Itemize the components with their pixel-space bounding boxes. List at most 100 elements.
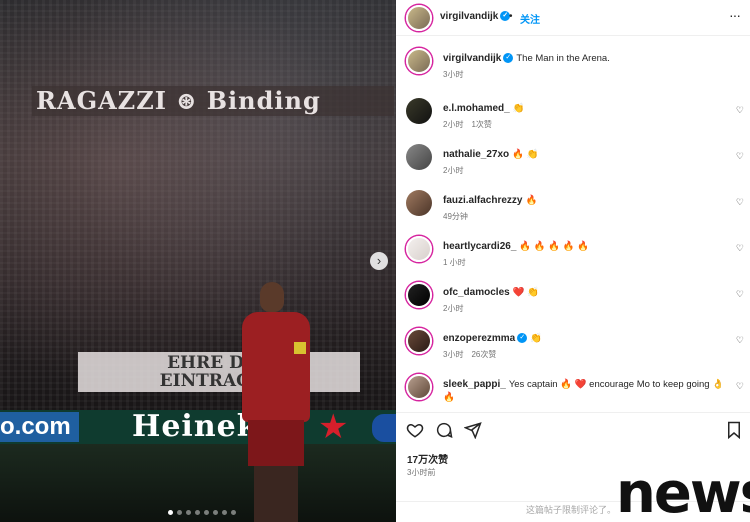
comment-like-heart-icon[interactable]: ♡: [736, 197, 744, 208]
comment-like-heart-icon[interactable]: ♡: [736, 335, 744, 346]
news-watermark: news: [616, 461, 750, 522]
carousel-dot: [204, 510, 209, 515]
comment-body: ❤️ 👏: [512, 287, 539, 298]
avatar[interactable]: [406, 5, 432, 31]
comment-meta: 3小时: [443, 69, 463, 80]
comment-time[interactable]: 2小时: [443, 304, 463, 313]
comment-text: virgilvandijk ✓ The Man in the Arena.: [443, 52, 725, 65]
comment-username[interactable]: e.l.mohamed_: [443, 103, 510, 114]
comment-icon[interactable]: [434, 421, 454, 441]
post-panel: virgilvandijk ✓ • 关注 ··· virgilvandijk ✓ Th…: [396, 0, 750, 522]
comment-avatar[interactable]: [406, 236, 432, 262]
comment-avatar[interactable]: [406, 374, 432, 400]
comment-meta: 3小时 26次赞: [443, 349, 496, 360]
comment-meta: 2小时: [443, 165, 463, 176]
post-header: virgilvandijk ✓ • 关注 ···: [396, 0, 750, 36]
comment-avatar[interactable]: [406, 144, 432, 170]
comment-likes[interactable]: 26次赞: [471, 350, 496, 359]
comment-username[interactable]: fauzi.alfachrezzy: [443, 195, 522, 206]
carousel-dot: [231, 510, 236, 515]
header-username[interactable]: virgilvandijk ✓: [440, 11, 511, 22]
comment-body: 🔥: [525, 195, 538, 206]
comment-username[interactable]: heartlycardi26_: [443, 241, 516, 252]
player-head: [260, 282, 284, 312]
comment-like-heart-icon[interactable]: ♡: [736, 289, 744, 300]
comment-time[interactable]: 1 小时: [443, 258, 466, 267]
comment-item: nathalie_27xo 🔥 👏 2小时 ♡: [396, 140, 750, 184]
comment-likes[interactable]: 1次赞: [471, 120, 491, 129]
like-heart-icon[interactable]: [405, 421, 425, 441]
comment-text: ofc_damocles ❤️ 👏: [443, 286, 725, 299]
post-photo[interactable]: RAGAZZI ⊛ Binding EHRE DER EINTRACHT o.c…: [0, 0, 396, 522]
captain-armband: [294, 342, 306, 354]
comment-item: ofc_damocles ❤️ 👏 2小时 ♡: [396, 278, 750, 322]
separator-dot: •: [509, 11, 513, 22]
carousel-dot: [213, 510, 218, 515]
fan-banner-line-2: EINTRACHT: [159, 371, 279, 391]
fan-banner-line-1: EHRE DER: [167, 353, 271, 373]
comment-username[interactable]: enzoperezmma: [443, 333, 515, 344]
comment-body: The Man in the Arena.: [516, 53, 610, 64]
comment-avatar[interactable]: [406, 328, 432, 354]
player-legs: [254, 466, 298, 522]
comment-time[interactable]: 2小时: [443, 120, 463, 129]
comment-avatar[interactable]: [406, 48, 432, 74]
comment-text: fauzi.alfachrezzy 🔥: [443, 194, 725, 207]
comment-meta: 2小时 1次赞: [443, 119, 492, 130]
player-shirt: [242, 312, 310, 422]
comment-item: enzoperezmma ✓ 👏 3小时 26次赞 ♡: [396, 324, 750, 368]
pepsi-logo: [372, 414, 396, 442]
comment-time[interactable]: 49分钟: [443, 212, 468, 221]
follow-button[interactable]: 关注: [520, 11, 540, 26]
comment-like-heart-icon[interactable]: ♡: [736, 151, 744, 162]
comment-text: sleek_pappi_ Yes captain 🔥 ❤️ encourage M…: [443, 378, 725, 404]
share-icon[interactable]: [463, 421, 483, 441]
comment-username[interactable]: virgilvandijk: [443, 53, 501, 64]
comment-item: heartlycardi26_ 🔥 🔥 🔥 🔥 🔥 1 小时 ♡: [396, 232, 750, 276]
comments-limited-notice: 这篇帖子限制评论了。: [526, 505, 617, 515]
comment-like-heart-icon[interactable]: ♡: [736, 381, 744, 392]
comment-text: nathalie_27xo 🔥 👏: [443, 148, 725, 161]
bookmark-icon[interactable]: [724, 421, 744, 441]
ad-left-text: o.com: [0, 412, 79, 442]
comment-body: 🔥 👏: [512, 149, 539, 160]
comment-meta: 49分钟: [443, 211, 468, 222]
comments-list: virgilvandijk ✓ The Man in the Arena. 3小时 e.…: [396, 36, 750, 412]
comment-item: virgilvandijk ✓ The Man in the Arena. 3小时: [396, 44, 750, 88]
comment-text: enzoperezmma ✓ 👏: [443, 332, 725, 345]
fan-banner-top: RAGAZZI ⊛ Binding: [32, 86, 394, 116]
verified-icon: ✓: [517, 333, 528, 344]
post-time[interactable]: 3小时前: [407, 467, 435, 478]
fan-banner-bottom: EHRE DER EINTRACHT: [78, 352, 360, 392]
comment-meta: 2小时: [443, 303, 463, 314]
comment-like-heart-icon[interactable]: ♡: [736, 243, 744, 254]
carousel-dot: [168, 510, 173, 515]
comment-username[interactable]: nathalie_27xo: [443, 149, 509, 160]
comment-item: sleek_pappi_ Yes captain 🔥 ❤️ encourage M…: [396, 370, 750, 412]
header-username-text[interactable]: virgilvandijk: [440, 11, 498, 22]
comment-text: heartlycardi26_ 🔥 🔥 🔥 🔥 🔥: [443, 240, 725, 253]
comment-avatar[interactable]: [406, 282, 432, 308]
comment-body: 👏: [512, 103, 525, 114]
likes-count[interactable]: 17万次赞: [407, 451, 448, 466]
comment-item: fauzi.alfachrezzy 🔥 49分钟 ♡: [396, 186, 750, 230]
comment-time[interactable]: 3小时: [443, 350, 463, 359]
carousel-dot: [186, 510, 191, 515]
carousel-dots: [168, 510, 236, 515]
player-figure: [238, 282, 314, 522]
player-shorts: [248, 420, 304, 466]
carousel-dot: [222, 510, 227, 515]
comment-like-heart-icon[interactable]: ♡: [736, 105, 744, 116]
more-options-icon[interactable]: ···: [729, 7, 741, 23]
comment-time[interactable]: 3小时: [443, 70, 463, 79]
comment-username[interactable]: ofc_damocles: [443, 287, 510, 298]
comment-avatar[interactable]: [406, 98, 432, 124]
carousel-dot: [195, 510, 200, 515]
comment-time[interactable]: 2小时: [443, 166, 463, 175]
comment-body: 🔥 🔥 🔥 🔥 🔥: [519, 241, 590, 252]
comment-username[interactable]: sleek_pappi_: [443, 379, 506, 390]
comment-avatar[interactable]: [406, 190, 432, 216]
carousel-next-button[interactable]: ›: [370, 252, 388, 270]
comment-meta: 1 小时: [443, 257, 466, 268]
comment-text: e.l.mohamed_ 👏: [443, 102, 725, 115]
